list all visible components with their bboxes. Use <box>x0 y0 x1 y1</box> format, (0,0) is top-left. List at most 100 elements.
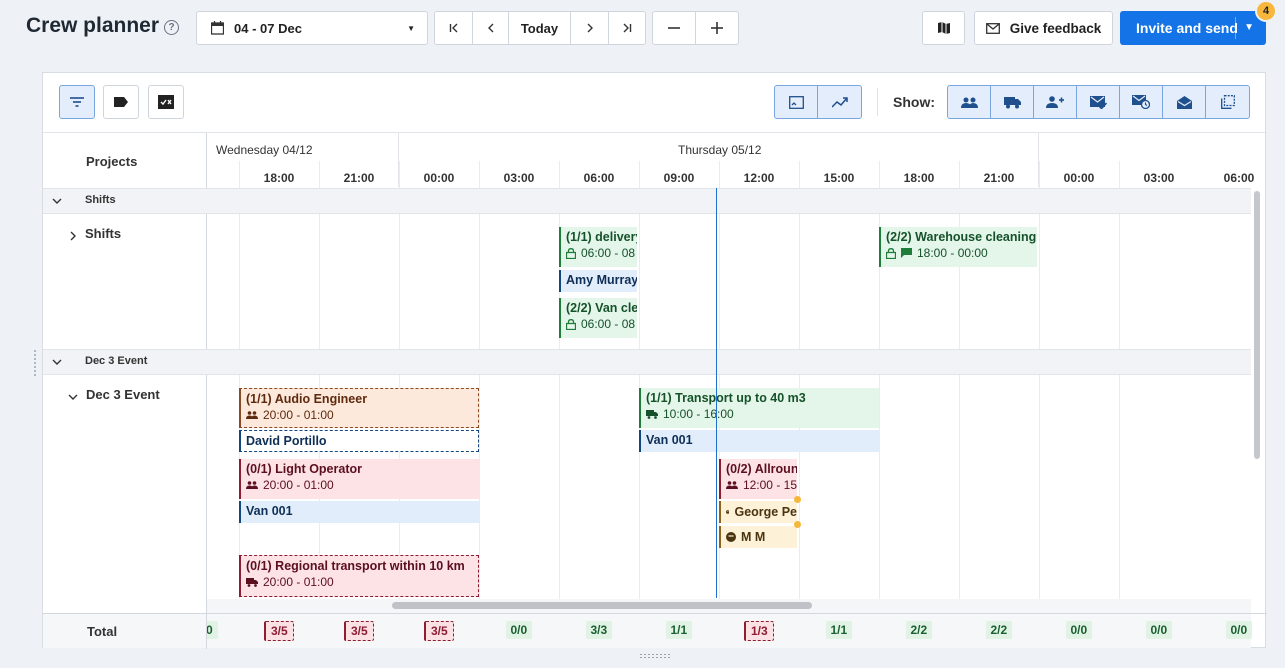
row-resize-handle[interactable] <box>33 349 37 377</box>
warning-dot <box>794 496 801 503</box>
show-copies-button[interactable] <box>1206 86 1249 118</box>
shift-card-audio-engineer[interactable]: (1/1) Audio Engineer 20:00 - 01:00 <box>239 388 479 428</box>
previous-button[interactable] <box>473 12 509 44</box>
trending-icon <box>831 96 848 108</box>
total-cell: 3/5 <box>424 621 454 641</box>
collapse-shifts-chevron-down-icon[interactable] <box>52 193 62 211</box>
day-label-thursday: Thursday 05/12 <box>678 143 762 157</box>
person-add-icon <box>1046 96 1064 108</box>
chevron-right-icon <box>587 23 593 33</box>
first-page-button[interactable] <box>435 12 473 44</box>
shift-title: (1/1) delivery <box>566 230 637 244</box>
total-cell: 2/2 <box>985 621 1013 639</box>
total-cell: 3/5 <box>344 621 374 641</box>
date-range-label: 04 - 07 Dec <box>234 20 302 36</box>
assignment-david-portillo[interactable]: David Portillo <box>239 430 479 452</box>
hour-label: 00:00 <box>423 171 455 185</box>
shift-title: (1/1) Transport up to 40 m3 <box>646 391 806 405</box>
date-range-picker[interactable]: 04 - 07 Dec ▼ <box>196 11 428 45</box>
shift-card-allround[interactable]: (0/2) Allroun 12:00 - 15 <box>719 459 797 499</box>
toolbar-divider <box>877 88 878 116</box>
copy-icon <box>1220 95 1235 109</box>
assignment-van-001[interactable]: Van 001 <box>239 501 479 523</box>
shift-time: 06:00 - 08 <box>581 246 636 260</box>
day-label-wednesday: Wednesday 04/12 <box>216 143 313 157</box>
calendar-icon <box>211 21 224 35</box>
chevron-down-icon: ▼ <box>407 24 415 33</box>
next-button[interactable] <box>571 12 609 44</box>
invite-and-send-button[interactable]: Invite and send ▼ <box>1120 11 1266 45</box>
give-feedback-button[interactable]: Give feedback <box>974 11 1113 45</box>
shift-time: 20:00 - 01:00 <box>263 575 334 589</box>
show-filter-group <box>947 85 1250 119</box>
total-label: Total <box>87 624 118 639</box>
show-crew-button[interactable] <box>948 86 991 118</box>
collapse-event-chevron-down-icon[interactable] <box>52 354 62 372</box>
header-divider <box>43 132 1267 133</box>
total-cell: 0/0 <box>1065 621 1093 639</box>
shift-card-transport[interactable]: (1/1) Transport up to 40 m3 10:00 - 16:0… <box>639 388 879 428</box>
shift-title: (0/1) Light Operator <box>246 462 362 476</box>
today-button[interactable]: Today <box>509 12 571 44</box>
total-cell: 1/1 <box>665 621 693 639</box>
filter-icon <box>70 97 84 107</box>
comment-icon <box>901 248 912 258</box>
image-view-button[interactable] <box>775 86 818 118</box>
notification-badge: 4 <box>1255 0 1277 22</box>
filter-button[interactable] <box>59 85 95 119</box>
assignment-van-001[interactable]: Van 001 <box>639 430 879 452</box>
shift-card-regional-transport[interactable]: (0/1) Regional transport within 10 km 20… <box>239 555 479 597</box>
show-confirmed-button[interactable] <box>1077 86 1120 118</box>
last-page-button[interactable] <box>609 12 645 44</box>
chevron-down-icon[interactable]: ▼ <box>1244 22 1254 33</box>
button-divider <box>1235 17 1236 39</box>
map-icon <box>937 22 950 34</box>
assignment-amy-murray[interactable]: Amy Murray <box>559 270 637 292</box>
shift-card-light-operator[interactable]: (0/1) Light Operator 20:00 - 01:00 <box>239 459 479 499</box>
assignment-george[interactable]: George Pe <box>719 501 797 523</box>
zoom-out-button[interactable] <box>653 12 696 44</box>
label-button[interactable] <box>103 85 139 119</box>
shift-card-delivery[interactable]: (1/1) delivery 06:00 - 08 <box>559 227 637 267</box>
horizontal-scrollbar[interactable] <box>392 602 812 609</box>
people-icon <box>726 481 738 489</box>
assignment-m-m[interactable]: M M <box>719 526 797 548</box>
total-cell: 3/5 <box>264 621 294 641</box>
hour-label: 06:00 <box>583 171 615 185</box>
shift-card-van-cleaning[interactable]: (2/2) Van cle 06:00 - 08 <box>559 298 637 338</box>
shift-title: (0/2) Allroun <box>726 462 797 476</box>
show-add-person-button[interactable] <box>1034 86 1077 118</box>
lock-icon <box>566 318 576 330</box>
vertical-scrollbar[interactable] <box>1254 191 1260 459</box>
show-vehicles-button[interactable] <box>991 86 1034 118</box>
plus-icon <box>710 22 723 34</box>
expand-shifts-chevron-right-icon[interactable] <box>69 228 77 246</box>
lock-icon <box>886 247 896 259</box>
map-button[interactable] <box>922 11 965 45</box>
collapse-event-row-chevron-down-icon[interactable] <box>68 389 78 407</box>
hour-gridline <box>799 161 800 613</box>
row-label-event[interactable]: Dec 3 Event <box>86 387 160 402</box>
hour-label: 12:00 <box>743 171 775 185</box>
analytics-view-button[interactable] <box>818 86 861 118</box>
shift-card-warehouse-cleaning[interactable]: (2/2) Warehouse cleaning 18:00 - 00:00 <box>879 227 1037 267</box>
panel-resize-handle[interactable] <box>639 653 671 659</box>
truck-icon <box>246 577 258 587</box>
zoom-in-button[interactable] <box>696 12 739 44</box>
page-title: Crew planner <box>26 14 160 37</box>
show-pending-button[interactable] <box>1120 86 1163 118</box>
show-opened-button[interactable] <box>1163 86 1206 118</box>
total-label-mask <box>43 614 206 648</box>
hour-label: 18:00 <box>263 171 295 185</box>
people-icon <box>246 411 258 419</box>
help-icon[interactable]: ? <box>164 20 179 35</box>
hour-gridline <box>319 161 320 613</box>
people-icon <box>960 97 978 108</box>
current-time-line <box>716 188 717 598</box>
face-icon <box>726 532 736 542</box>
total-cell: 0/0 <box>505 621 533 639</box>
mail-clock-icon <box>1132 95 1150 109</box>
calendar-check-button[interactable] <box>148 85 184 119</box>
hour-gridline <box>239 161 240 613</box>
row-label-shifts[interactable]: Shifts <box>85 226 121 241</box>
